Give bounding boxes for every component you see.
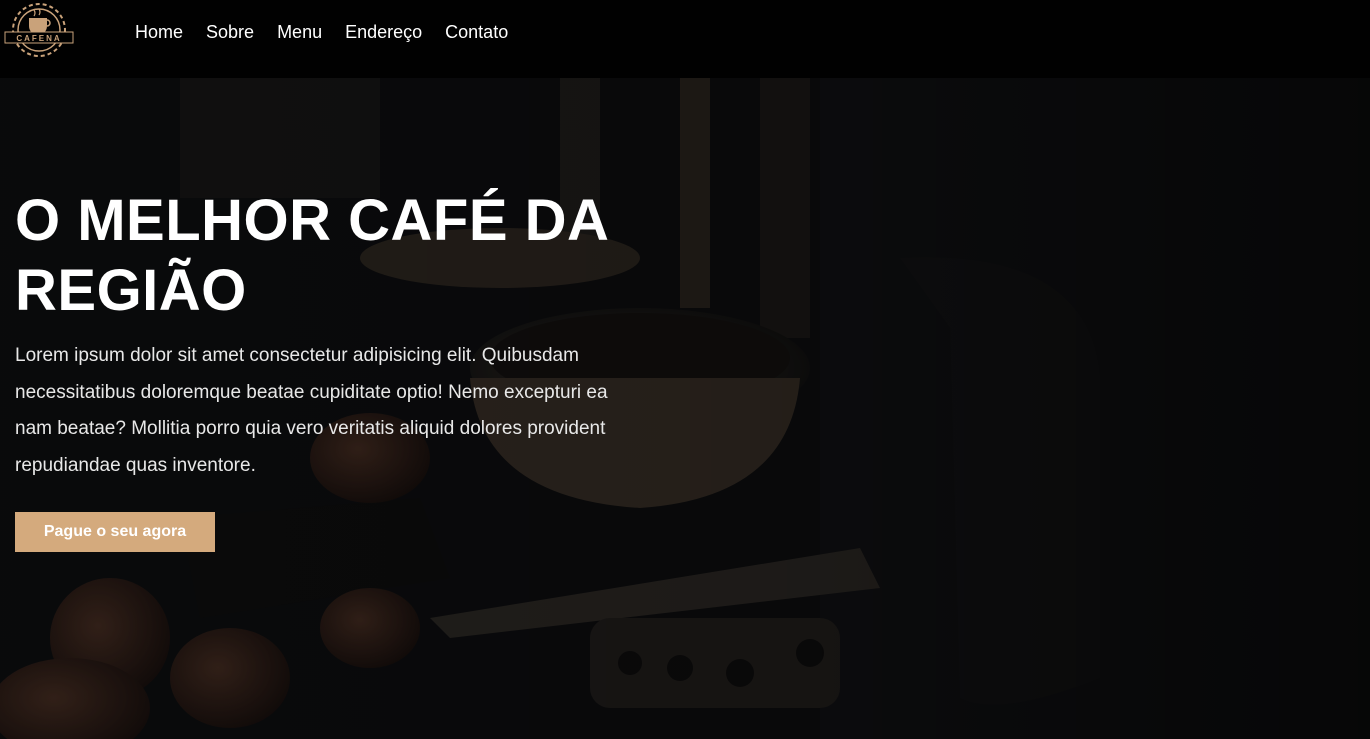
cafena-logo[interactable]: CAFENA bbox=[1, 0, 77, 62]
nav-sobre[interactable]: Sobre bbox=[206, 20, 254, 44]
nav-endereco[interactable]: Endereço bbox=[345, 20, 422, 44]
coffee-cup-gear-logo-icon: CAFENA bbox=[4, 3, 74, 57]
nav-contato[interactable]: Contato bbox=[445, 20, 508, 44]
hero-title: O MELHOR CAFÉ DA REGIÃO bbox=[15, 188, 608, 323]
pay-now-button[interactable]: Pague o seu agora bbox=[15, 512, 215, 552]
nav-menu[interactable]: Menu bbox=[277, 20, 322, 44]
nav-home[interactable]: Home bbox=[135, 20, 183, 44]
hero-description: Lorem ipsum dolor sit amet consectetur a… bbox=[15, 345, 608, 476]
navbar: CAFENA Home Sobre Menu Endereço Contato bbox=[0, 0, 1370, 78]
logo-text: CAFENA bbox=[16, 34, 61, 43]
main-nav: Home Sobre Menu Endereço Contato bbox=[135, 20, 531, 44]
hero-section: O MELHOR CAFÉ DA REGIÃO Lorem ipsum dolo… bbox=[0, 78, 1370, 739]
